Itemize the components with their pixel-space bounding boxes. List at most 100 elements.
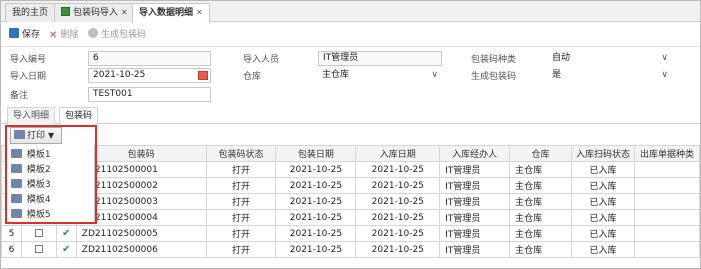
pkg-grid: 包装码 包装码状态 包装日期 入库日期 入库经办人 仓库 入库扫码状态 出库单据… — [1, 145, 701, 258]
close-icon[interactable]: ✕ — [121, 8, 128, 17]
warehouse-cell: 主仓库 — [509, 209, 572, 226]
sub-tab-bar: 导入明细 包装码 — [1, 105, 700, 124]
header-cell[interactable]: 包装码 — [75, 145, 207, 162]
table-row[interactable]: 1 ✔ ZD21102500001 打开 2021-10-25 2021-10-… — [1, 161, 701, 178]
status-cell: 打开 — [205, 225, 277, 242]
in-date-cell: 2021-10-25 — [355, 225, 441, 242]
pkg-type-value: 自动 — [552, 53, 571, 63]
checkbox-icon[interactable] — [34, 228, 43, 237]
menu-item-template3[interactable]: 模板3 — [11, 178, 51, 192]
row-number: 6 — [1, 241, 22, 258]
import-date-label: 导入日期 — [10, 72, 47, 82]
tab-home[interactable]: 我的主页 — [5, 3, 56, 22]
header-cell[interactable]: 包装日期 — [275, 145, 357, 162]
generate-pkg-button[interactable]: 生成包装码 — [88, 28, 146, 42]
row-number: 5 — [1, 225, 22, 242]
tab-bar: 我的主页 包装码导入 ✕ 导入数据明细 ✕ — [1, 1, 700, 23]
pkg-date-cell: 2021-10-25 — [275, 193, 357, 210]
pkg-date-cell: 2021-10-25 — [275, 241, 357, 258]
printer-icon — [11, 209, 22, 218]
menu-item-template1[interactable]: 模板1 — [11, 148, 51, 162]
tab-label: 包装码导入 — [73, 8, 119, 18]
header-cell[interactable]: 入库扫码状态 — [571, 145, 635, 162]
in-date-cell: 2021-10-25 — [355, 209, 441, 226]
scan-status-cell: 已入库 — [571, 225, 635, 242]
out-type-cell — [633, 193, 701, 210]
tab-label: 我的主页 — [12, 8, 49, 18]
pkg-code-cell: ZD21102500004 — [75, 209, 207, 226]
menu-item-label: 模板4 — [26, 195, 51, 205]
import-date-field[interactable]: 2021-10-25 — [88, 68, 211, 83]
warehouse-select[interactable]: 主仓库 ∨ — [318, 68, 442, 83]
menu-item-template2[interactable]: 模板2 — [11, 163, 51, 177]
printer-icon — [11, 194, 22, 203]
menu-item-template5[interactable]: 模板5 — [11, 208, 51, 222]
in-date-cell: 2021-10-25 — [355, 177, 441, 194]
sheet-icon — [61, 7, 70, 16]
handler-cell: IT管理员 — [439, 241, 511, 258]
pkg-code-cell: ZD21102500005 — [75, 225, 207, 242]
row-checkbox[interactable] — [20, 225, 57, 242]
scan-status-cell: 已入库 — [571, 177, 635, 194]
table-row[interactable]: 2 ✔ ZD21102500002 打开 2021-10-25 2021-10-… — [1, 177, 701, 194]
table-row[interactable]: 3 ✔ ZD21102500003 打开 2021-10-25 2021-10-… — [1, 193, 701, 210]
printer-icon — [11, 164, 22, 173]
importer-field[interactable]: IT管理员 — [318, 51, 442, 66]
menu-item-template4[interactable]: 模板4 — [11, 193, 51, 207]
print-button[interactable]: 打印 ▼ — [10, 127, 62, 144]
pkg-type-label: 包装码种类 — [471, 55, 517, 65]
header-cell[interactable]: 入库日期 — [355, 145, 441, 162]
scan-status-cell: 已入库 — [571, 161, 635, 178]
out-type-cell — [633, 209, 701, 226]
save-label: 保存 — [22, 30, 41, 40]
header-cell[interactable]: 包装码状态 — [205, 145, 277, 162]
table-row[interactable]: 6 ✔ ZD21102500006 打开 2021-10-25 2021-10-… — [1, 241, 701, 258]
save-button[interactable]: 保存 — [9, 28, 40, 42]
in-date-cell: 2021-10-25 — [355, 193, 441, 210]
warehouse-cell: 主仓库 — [509, 177, 572, 194]
out-type-cell — [633, 241, 701, 258]
tab-pkg-import[interactable]: 包装码导入 ✕ — [54, 3, 135, 22]
print-template-menu: 模板1 模板2 模板3 模板4 模板5 — [7, 145, 95, 223]
calendar-icon[interactable] — [198, 71, 208, 80]
warehouse-cell: 主仓库 — [509, 241, 572, 258]
row-checkbox[interactable] — [20, 241, 57, 258]
pkg-type-select[interactable]: 自动 ∨ — [548, 51, 672, 66]
status-cell: 打开 — [205, 177, 277, 194]
delete-label: 删除 — [60, 30, 79, 40]
print-bar: 打印 ▼ — [7, 127, 95, 145]
tab-label: 导入数据明细 — [139, 8, 194, 18]
tab-pkg-code[interactable]: 包装码 — [59, 107, 99, 124]
gen-pkg-label: 生成包装码 — [471, 72, 517, 82]
scan-status-cell: 已入库 — [571, 193, 635, 210]
table-row[interactable]: 5 ✔ ZD21102500005 打开 2021-10-25 2021-10-… — [1, 225, 701, 242]
handler-cell: IT管理员 — [439, 161, 511, 178]
header-cell[interactable]: 出库单据种类 — [633, 145, 701, 162]
import-no-field[interactable]: 6 — [88, 51, 211, 66]
check-icon: ✔ — [62, 244, 71, 255]
gen-pkg-select[interactable]: 是 ∨ — [548, 68, 672, 83]
pkg-code-cell: ZD21102500002 — [75, 177, 207, 194]
menu-item-label: 模板1 — [26, 150, 51, 160]
checkbox-icon[interactable] — [34, 244, 43, 253]
scan-status-cell: 已入库 — [571, 241, 635, 258]
handler-cell: IT管理员 — [439, 225, 511, 242]
importer-label: 导入人员 — [243, 55, 280, 65]
tab-import-detail-list[interactable]: 导入明细 — [7, 107, 56, 124]
out-type-cell — [633, 225, 701, 242]
remark-field[interactable]: TEST001 — [88, 87, 211, 102]
tab-import-detail[interactable]: 导入数据明细 ✕ — [132, 3, 210, 23]
delete-button[interactable]: ✕ 删除 — [49, 28, 78, 42]
import-date-value: 2021-10-25 — [93, 70, 146, 80]
handler-cell: IT管理员 — [439, 177, 511, 194]
close-icon[interactable]: ✕ — [196, 8, 203, 17]
out-type-cell — [633, 177, 701, 194]
header-cell[interactable]: 入库经办人 — [439, 145, 511, 162]
table-row[interactable]: 4 ✔ ZD21102500004 打开 2021-10-25 2021-10-… — [1, 209, 701, 226]
chevron-down-icon: ∨ — [661, 53, 668, 63]
header-cell[interactable]: 仓库 — [509, 145, 572, 162]
menu-item-label: 模板2 — [26, 165, 51, 175]
pkg-code-cell: ZD21102500003 — [75, 193, 207, 210]
chevron-down-icon: ∨ — [661, 70, 668, 80]
menu-item-label: 模板5 — [26, 210, 51, 220]
